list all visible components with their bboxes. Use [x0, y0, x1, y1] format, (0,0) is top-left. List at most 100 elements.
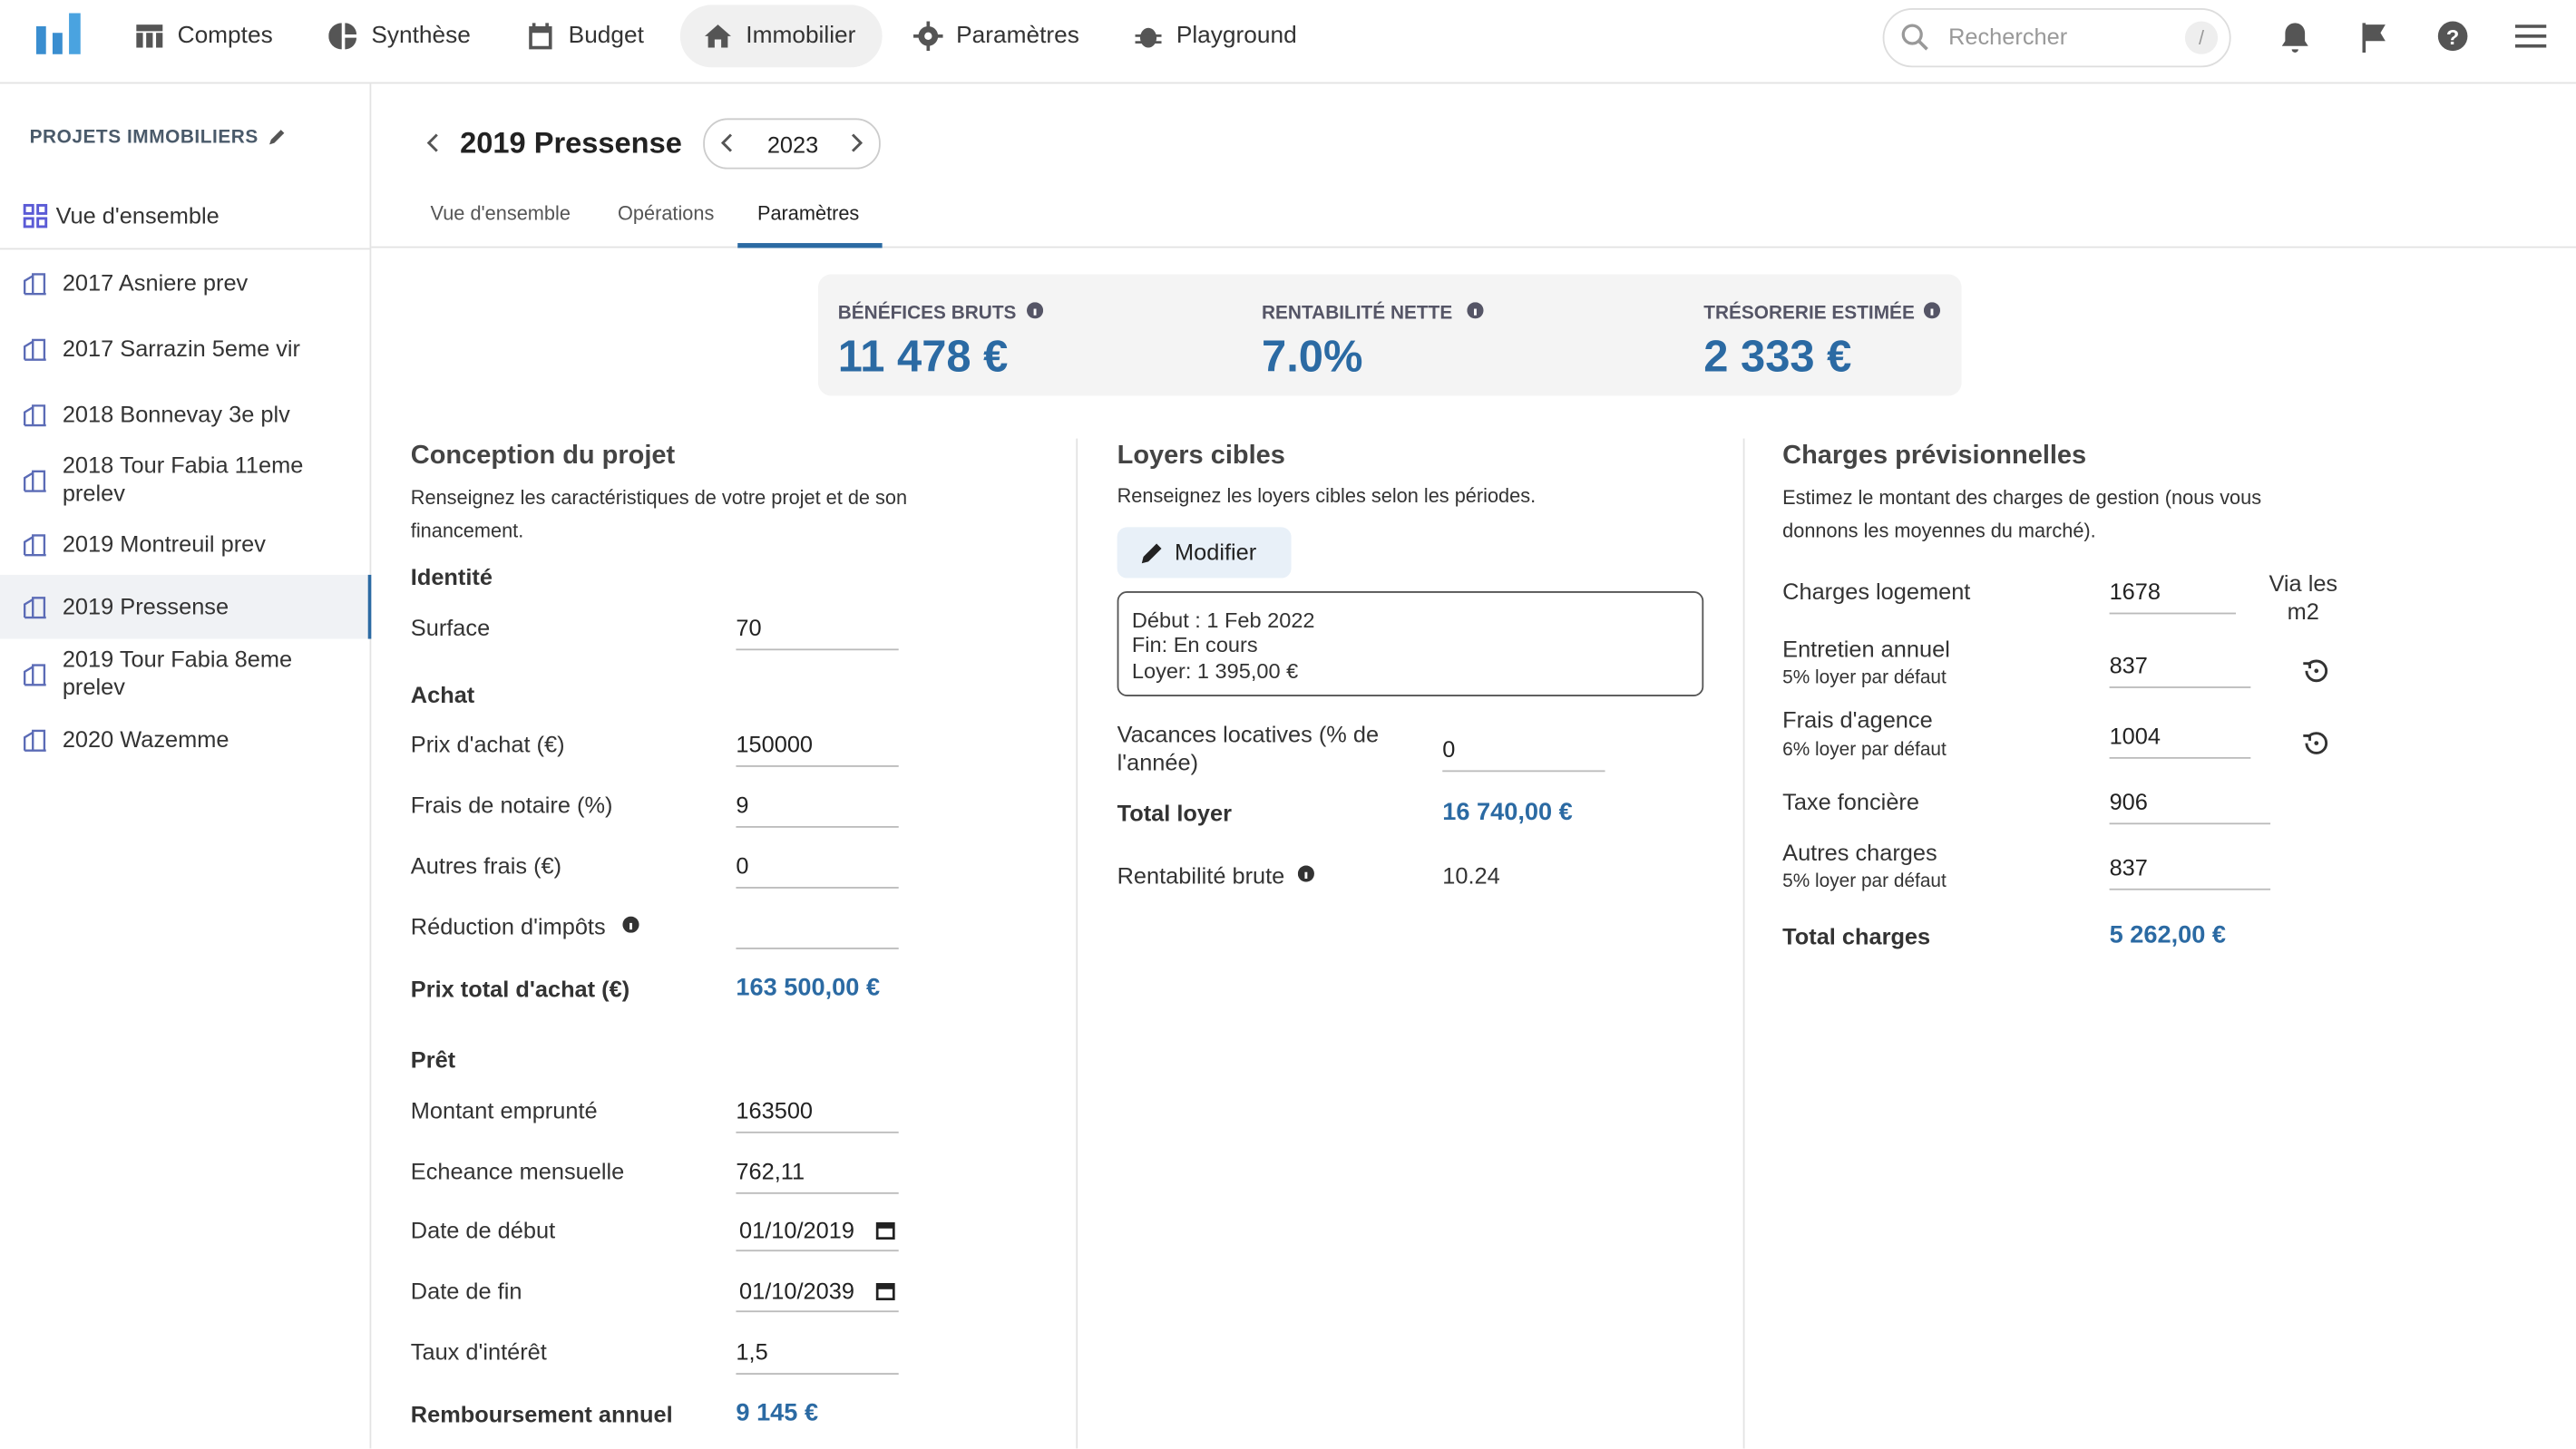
field-label: Frais de notaire (%) — [410, 791, 613, 818]
topbar-divider — [0, 82, 2576, 84]
nav-budget[interactable]: Budget — [503, 5, 667, 67]
frais-notaire-input[interactable]: 9 — [736, 787, 899, 828]
frais-agence-input[interactable]: 1004 — [2109, 717, 2251, 759]
field-label: Frais d'agence — [1782, 705, 1933, 733]
group-heading: Prêt — [410, 1045, 456, 1073]
modifier-button[interactable]: Modifier — [1117, 527, 1292, 579]
period-card[interactable]: Début : 1 Feb 2022 Fin: En cours Loyer: … — [1117, 591, 1704, 696]
date-fin-input[interactable]: 01/10/2039 — [736, 1273, 899, 1313]
section-title: Charges prévisionnelles — [1782, 442, 2087, 471]
field-label: Taxe foncière — [1782, 788, 1919, 815]
flag-icon[interactable] — [2359, 22, 2389, 54]
calendar-icon[interactable] — [875, 1220, 895, 1240]
sidebar-project[interactable]: 2017 Sarrazin 5eme vir — [0, 328, 371, 367]
info-icon[interactable] — [1027, 302, 1044, 319]
search-input[interactable]: Rechercher / — [1882, 8, 2231, 68]
field-label: Surface — [410, 614, 491, 641]
vacances-input[interactable]: 0 — [1442, 731, 1605, 773]
group-heading: Achat — [410, 681, 475, 708]
building-icon — [23, 533, 46, 556]
remboursement-value: 9 145 € — [736, 1399, 819, 1427]
stat-value: 2 333 € — [1703, 331, 1852, 382]
nav-synthese[interactable]: Synthèse — [306, 5, 493, 67]
field-label: Date de début — [410, 1217, 556, 1244]
reset-history-icon[interactable] — [2301, 729, 2329, 757]
stat-label: RENTABILITÉ NETTE — [1262, 304, 1453, 324]
charges-logement-input[interactable]: 1678 — [2109, 573, 2237, 615]
search-icon — [1901, 24, 1928, 51]
svg-text:?: ? — [2446, 25, 2459, 49]
stat-value: 11 478 € — [837, 331, 1009, 382]
date-debut-input[interactable]: 01/10/2019 — [736, 1212, 899, 1252]
field-label: Autres frais (€) — [410, 852, 562, 879]
building-icon — [23, 337, 46, 360]
period-rent: Loyer: 1 395,00 € — [1131, 658, 1299, 684]
column-divider — [1076, 438, 1078, 1449]
taxe-fonciere-input[interactable]: 906 — [2109, 783, 2271, 825]
field-label: Montant emprunté — [410, 1096, 598, 1123]
sidebar-item-overview[interactable]: Vue d'ensemble — [0, 197, 371, 233]
sidebar-project[interactable]: 2020 Wazemme — [0, 719, 371, 758]
field-label: Autres charges — [1782, 839, 1937, 866]
sidebar-project[interactable]: 2018 Bonnevay 3e plv — [0, 394, 371, 433]
page-title: 2019 Pressense — [460, 126, 682, 160]
nav-parametres[interactable]: Paramètres — [891, 5, 1103, 67]
tab-overview[interactable]: Vue d'ensemble — [431, 202, 571, 227]
sidebar-project[interactable]: 2017 Asniere prev — [0, 263, 371, 302]
date-value: 01/10/2039 — [739, 1278, 854, 1305]
period-start: Début : 1 Feb 2022 — [1131, 608, 1315, 633]
montant-input[interactable]: 163500 — [736, 1092, 899, 1133]
info-icon[interactable] — [622, 916, 639, 933]
home-icon — [705, 24, 731, 48]
info-icon[interactable] — [1297, 865, 1314, 882]
sidebar-project[interactable]: 2018 Tour Fabia 11eme prelev — [0, 450, 371, 509]
section-desc: Estimez le montant des charges de gestio… — [1782, 486, 2262, 542]
sidebar-project[interactable]: 2019 Montreuil prev — [0, 524, 371, 563]
next-year-icon[interactable] — [849, 133, 863, 153]
tabs-divider — [371, 246, 2576, 248]
field-label: Prix d'achat (€) — [410, 730, 565, 757]
sidebar-project-selected[interactable]: 2019 Pressense — [0, 574, 372, 639]
field-label: Date de fin — [410, 1278, 522, 1305]
rentabilite-brute-value: 10.24 — [1442, 861, 1500, 889]
field-label: Réduction d'impôts — [410, 913, 606, 940]
building-icon — [23, 663, 46, 686]
bug-icon — [1135, 27, 1162, 48]
echeance-input[interactable]: 762,11 — [736, 1152, 899, 1194]
via-m2-link[interactable]: Via les m2 — [2260, 569, 2346, 626]
sidebar-divider — [0, 248, 370, 250]
menu-icon[interactable] — [2514, 24, 2547, 49]
calendar-icon[interactable] — [875, 1281, 895, 1301]
gear-icon — [913, 21, 943, 52]
calendar-icon — [529, 23, 552, 50]
help-icon[interactable]: ? — [2436, 20, 2469, 53]
info-icon[interactable] — [1923, 302, 1941, 319]
stat-label: BÉNÉFICES BRUTS — [837, 304, 1017, 324]
stat-value: 7.0% — [1262, 331, 1363, 382]
reduction-impots-input[interactable] — [736, 909, 899, 949]
autres-charges-input[interactable]: 837 — [2109, 849, 2271, 890]
nav-playground[interactable]: Playground — [1110, 5, 1320, 67]
taux-input[interactable]: 1,5 — [736, 1334, 899, 1375]
sidebar-project[interactable]: 2019 Tour Fabia 8eme prelev — [0, 644, 371, 703]
entretien-input[interactable]: 837 — [2109, 647, 2251, 688]
nav-immobilier[interactable]: Immobilier — [679, 5, 883, 68]
field-label: Charges logement — [1782, 578, 1971, 605]
prix-achat-input[interactable]: 150000 — [736, 726, 899, 767]
back-chevron-icon[interactable] — [425, 133, 442, 153]
bell-icon[interactable] — [2280, 22, 2310, 54]
column-divider — [1742, 438, 1745, 1449]
tab-operations[interactable]: Opérations — [618, 202, 714, 227]
total-loyer-value: 16 740,00 € — [1442, 798, 1573, 827]
reset-history-icon[interactable] — [2301, 656, 2329, 685]
tab-parametres[interactable]: Paramètres — [757, 202, 859, 227]
info-icon[interactable] — [1467, 302, 1484, 319]
total-charges-value: 5 262,00 € — [2109, 921, 2227, 949]
period-end: Fin: En cours — [1131, 632, 1258, 657]
surface-input[interactable]: 70 — [736, 609, 899, 651]
prev-year-icon[interactable] — [721, 133, 734, 153]
nav-comptes[interactable]: Comptes — [112, 5, 296, 67]
autres-frais-input[interactable]: 0 — [736, 848, 899, 889]
prix-total-value: 163 500,00 € — [736, 974, 881, 1002]
edit-pencil-icon[interactable] — [266, 128, 286, 148]
